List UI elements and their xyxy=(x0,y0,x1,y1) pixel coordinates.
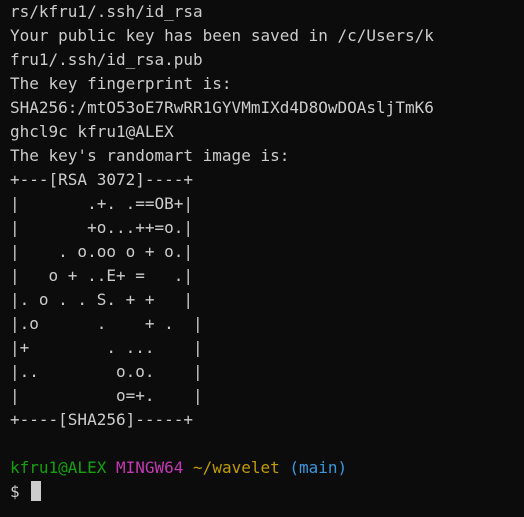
prompt-symbol: $ xyxy=(10,482,20,501)
randomart-line: | +o...++=o.| xyxy=(10,218,194,237)
randomart-line: | . o.oo o + o.| xyxy=(10,242,194,261)
randomart-line: | o=+. | xyxy=(10,386,203,405)
output-line: Your public key has been saved in /c/Use… xyxy=(10,26,434,45)
output-line: The key's randomart image is: xyxy=(10,146,290,165)
randomart-line: |.o . + . | xyxy=(10,314,203,333)
prompt-branch: (main) xyxy=(289,458,348,477)
randomart-line: |.. o.o. | xyxy=(10,362,203,381)
output-line: SHA256:/mtO53oE7RwRR1GYVMmIXd4D8OwDOAslj… xyxy=(10,98,434,117)
output-line: ghcl9c kfru1@ALEX xyxy=(10,122,174,141)
randomart-line: | o + ..E+ = .| xyxy=(10,266,194,285)
output-line: fru1/.ssh/id_rsa.pub xyxy=(10,50,203,69)
prompt-system: MINGW64 xyxy=(115,458,184,477)
terminal-window[interactable]: rs/kfru1/.ssh/id_rsa Your public key has… xyxy=(0,0,524,517)
randomart-line: |+ . ... | xyxy=(10,338,203,357)
text-cursor[interactable] xyxy=(31,481,42,501)
prompt-line: kfru1@ALEX MINGW64 ~/wavelet (main) xyxy=(10,456,524,480)
output-line: rs/kfru1/.ssh/id_rsa xyxy=(10,2,203,21)
prompt-user-host: kfru1@ALEX xyxy=(10,458,107,477)
prompt-path: ~/wavelet xyxy=(193,458,280,477)
randomart-line: +---[RSA 3072]----+ xyxy=(10,170,194,189)
input-line[interactable]: $ xyxy=(10,480,524,504)
randomart-line: |. o . . S. + + | xyxy=(10,290,194,309)
randomart-line: +----[SHA256]-----+ xyxy=(10,410,194,429)
randomart-line: | .+. .==OB+| xyxy=(10,194,194,213)
output-line: The key fingerprint is: xyxy=(10,74,232,93)
